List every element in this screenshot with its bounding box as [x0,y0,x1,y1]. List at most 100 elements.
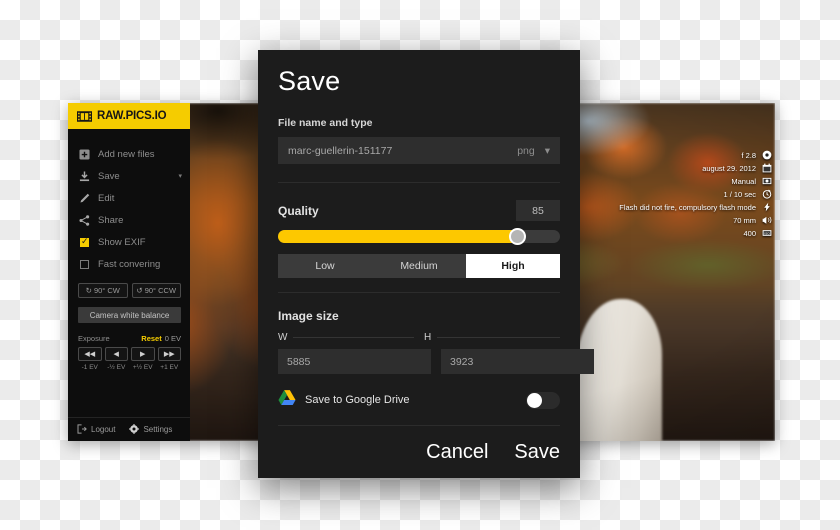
exif-row: 70 mm [733,215,772,225]
camera-white-balance-button[interactable]: Camera white balance [78,307,181,323]
rotate-cw-button[interactable]: ↻ 90° CW [78,283,128,298]
rotate-ccw-icon: ↺ [136,286,143,295]
google-drive-icon [278,389,296,411]
google-drive-toggle[interactable] [526,391,560,409]
file-extension-select[interactable]: png ▾ [517,145,560,157]
sidebar-menu: Add new files Save ▾ Edit Share ✓ Show E… [68,129,190,275]
file-extension-value: png [517,144,535,157]
logo-text: RAW.PICS.IO [97,110,167,122]
app-logo[interactable]: RAW.PICS.IO [68,103,190,129]
exposure-mode-icon [762,176,772,186]
exposure-minus-1-button[interactable]: ◀◀ [78,347,102,361]
sidebar-item-save[interactable]: Save ▾ [68,165,190,187]
sidebar-item-add-new-files[interactable]: Add new files [68,143,190,165]
sidebar-item-share[interactable]: Share [68,209,190,231]
quality-header: Quality 85 [278,200,560,221]
filename-section-label: File name and type [278,117,373,129]
exif-row: Manual [731,176,772,186]
filename-input[interactable] [278,144,518,157]
exposure-buttons: ◀◀ ◀ ▶ ▶▶ [68,343,190,361]
pencil-icon [79,193,90,204]
sidebar-footer: Logout Settings [68,417,190,441]
image-size-label: Image size [278,309,339,323]
exif-value: f 2.8 [741,150,756,160]
quality-preset-group: Low Medium High [278,254,560,278]
exposure-value: 0 EV [164,334,181,343]
lens-icon [762,215,772,225]
width-input[interactable] [278,349,431,374]
flash-icon [762,202,772,212]
exposure-minus-half-button[interactable]: ◀ [104,347,128,361]
save-button[interactable]: Save [514,441,560,464]
filename-row: png ▾ [278,137,560,164]
quality-preset-medium[interactable]: Medium [372,254,466,278]
chevron-down-icon: ▾ [178,173,182,180]
right-arrow-icon: ▶ [140,351,146,358]
width-rule [293,337,414,338]
calendar-icon [762,163,772,173]
exif-value: 70 mm [733,215,756,225]
quality-preset-label: Medium [400,260,438,272]
quality-slider-thumb[interactable] [509,228,527,245]
cancel-button[interactable]: Cancel [426,441,488,464]
exposure-label-minus-half: -½ EV [107,364,126,371]
height-rule [437,337,560,338]
film-strip-icon [77,110,92,122]
dialog-actions: Cancel Save [278,433,560,478]
exposure-label: Exposure [78,334,110,343]
exif-row: 1 / 10 sec [723,189,772,199]
exif-value: august 29. 2012 [702,163,756,173]
aperture-icon [762,150,772,160]
checkbox-icon[interactable] [79,259,90,270]
save-dialog: Save File name and type png ▾ Quality 85… [258,50,594,478]
share-icon [79,214,90,226]
exposure-reset-button[interactable]: Reset [141,334,161,343]
rotate-ccw-button[interactable]: ↺ 90° CCW [131,283,181,298]
dialog-title: Save [278,66,341,96]
exif-value: Manual [731,176,756,186]
width-label: W [278,332,288,343]
quality-preset-label: Low [315,260,335,272]
height-label: H [424,332,432,343]
quality-value[interactable]: 85 [516,200,560,221]
quality-preset-high[interactable]: High [466,254,560,278]
logout-label: Logout [91,425,116,434]
exif-value: Flash did not fire, compulsory flash mod… [619,202,756,212]
exposure-plus-1-button[interactable]: ▶▶ [157,347,181,361]
divider [278,292,560,293]
camera-white-balance-label: Camera white balance [89,310,170,320]
google-drive-row: Save to Google Drive [278,389,560,425]
exif-value: 400 [743,228,756,238]
rotate-controls: ↻ 90° CW ↺ 90° CCW [68,275,190,298]
logout-button[interactable]: Logout [77,423,116,436]
download-icon [79,170,90,182]
rotate-cw-label: 90° CW [93,286,120,295]
logout-icon [77,423,87,436]
sidebar-item-label: Save [98,170,120,182]
height-input[interactable] [441,349,594,374]
double-right-arrow-icon: ▶▶ [163,351,175,358]
checkbox-checked-icon[interactable] [79,236,90,248]
chevron-down-icon: ▾ [544,144,550,157]
rotate-cw-icon: ↻ [85,286,92,295]
exposure-button-labels: -1 EV -½ EV +½ EV +1 EV [68,361,190,371]
sidebar: RAW.PICS.IO Add new files Save ▾ Edit Sh… [68,103,190,441]
svg-text:ISO: ISO [764,231,770,235]
sidebar-item-edit[interactable]: Edit [68,187,190,209]
exif-overlay: f 2.8 august 29. 2012 Manual 1 / 10 sec … [619,150,772,238]
settings-button[interactable]: Settings [129,423,172,436]
image-size-inputs [278,349,594,374]
exposure-plus-half-button[interactable]: ▶ [131,347,155,361]
sidebar-item-label: Share [98,214,124,226]
exif-row: Flash did not fire, compulsory flash mod… [619,202,772,212]
sidebar-item-show-exif[interactable]: Show EXIF [68,231,190,253]
sidebar-item-label: Fast convering [98,258,161,270]
quality-slider[interactable] [278,228,560,245]
exposure-label-minus-1: -1 EV [81,364,98,371]
quality-preset-low[interactable]: Low [278,254,372,278]
left-arrow-icon: ◀ [113,351,119,358]
rotate-ccw-label: 90° CCW [144,286,177,295]
google-drive-toggle-knob [527,392,542,408]
exif-row: 400 ISO [743,228,772,238]
sidebar-item-fast-convering[interactable]: Fast convering [68,253,190,275]
